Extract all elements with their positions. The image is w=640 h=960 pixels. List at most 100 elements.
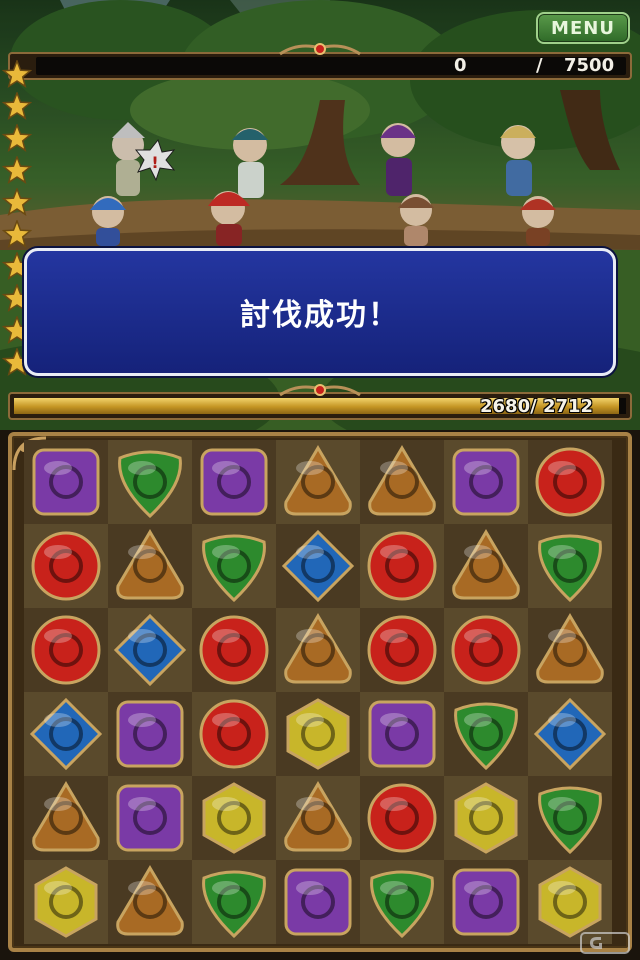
- board-cell: [444, 524, 528, 608]
- dark-gem-icon[interactable]: [280, 864, 356, 940]
- earth-gem-icon[interactable]: [112, 528, 188, 604]
- board-cell: [24, 608, 108, 692]
- board-cell: [108, 692, 192, 776]
- score-separator: /: [536, 55, 543, 76]
- board-cell: [108, 608, 192, 692]
- wind-gem-icon[interactable]: [448, 696, 524, 772]
- game-screen: ! MENU 0 / 7500 討伐成功！ 2680/ 2712: [0, 0, 640, 960]
- board-cell: [528, 692, 612, 776]
- light-gem-icon[interactable]: [196, 780, 272, 856]
- dark-gem-icon[interactable]: [448, 864, 524, 940]
- board-cell: [276, 608, 360, 692]
- board-cell: [24, 524, 108, 608]
- board-cell: [528, 776, 612, 860]
- dark-gem-icon[interactable]: [28, 444, 104, 520]
- board-cell: [276, 692, 360, 776]
- board-cell: [444, 608, 528, 692]
- star-icon: [2, 60, 32, 88]
- board-cell: [24, 860, 108, 944]
- wind-gem-icon[interactable]: [196, 528, 272, 604]
- star-icon: [2, 156, 32, 184]
- board-cell: [444, 440, 528, 524]
- board-cell: [276, 524, 360, 608]
- dark-gem-icon[interactable]: [112, 696, 188, 772]
- earth-gem-icon[interactable]: [448, 528, 524, 604]
- enemy-hp-max: 2712: [542, 396, 594, 417]
- board-cell: [108, 440, 192, 524]
- enemy-hp-current: 2680/: [480, 396, 537, 417]
- earth-gem-icon[interactable]: [28, 780, 104, 856]
- board-cell: [192, 860, 276, 944]
- water-gem-icon[interactable]: [112, 612, 188, 688]
- water-gem-icon[interactable]: [532, 696, 608, 772]
- hp-bar-ornament: [279, 384, 361, 397]
- score-target: 7500: [564, 55, 615, 76]
- dark-gem-icon[interactable]: [196, 444, 272, 520]
- fire-gem-icon[interactable]: [364, 612, 440, 688]
- fire-gem-icon[interactable]: [28, 528, 104, 604]
- earth-gem-icon[interactable]: [280, 612, 356, 688]
- wind-gem-icon[interactable]: [532, 528, 608, 604]
- board-cell: [276, 440, 360, 524]
- light-gem-icon[interactable]: [532, 864, 608, 940]
- star-icon: [2, 188, 32, 216]
- earth-gem-icon[interactable]: [532, 612, 608, 688]
- dark-gem-icon[interactable]: [448, 444, 524, 520]
- gamer-logo-icon: [580, 932, 630, 954]
- board-cell: [192, 692, 276, 776]
- star-icon: [2, 92, 32, 120]
- fire-gem-icon[interactable]: [196, 696, 272, 772]
- board-cell: [360, 692, 444, 776]
- star-icon: [2, 124, 32, 152]
- puzzle-board: [24, 440, 612, 948]
- board-cell: [528, 608, 612, 692]
- fire-gem-icon[interactable]: [364, 780, 440, 856]
- fire-gem-icon[interactable]: [532, 444, 608, 520]
- board-cell: [276, 776, 360, 860]
- board-cell: [360, 776, 444, 860]
- board-cell: [24, 776, 108, 860]
- board-cell: [444, 860, 528, 944]
- board-cell: [276, 860, 360, 944]
- board-cell: [24, 692, 108, 776]
- victory-message: 討伐成功！: [240, 298, 400, 333]
- fire-gem-icon[interactable]: [28, 612, 104, 688]
- board-cell: [360, 860, 444, 944]
- light-gem-icon[interactable]: [448, 780, 524, 856]
- dark-gem-icon[interactable]: [112, 780, 188, 856]
- star-icon: [2, 220, 32, 248]
- water-gem-icon[interactable]: [28, 696, 104, 772]
- dark-gem-icon[interactable]: [364, 696, 440, 772]
- water-gem-icon[interactable]: [280, 528, 356, 604]
- board-cell: [108, 860, 192, 944]
- enemy-hp-text: 2680/ 2712: [480, 392, 593, 420]
- victory-banner: 討伐成功！: [24, 248, 616, 376]
- earth-gem-icon[interactable]: [112, 864, 188, 940]
- board-cell: [360, 524, 444, 608]
- light-gem-icon[interactable]: [280, 696, 356, 772]
- menu-button[interactable]: MENU: [536, 12, 630, 44]
- earth-gem-icon[interactable]: [280, 780, 356, 856]
- board-cell: [24, 440, 108, 524]
- board-cell: [360, 608, 444, 692]
- fire-gem-icon[interactable]: [364, 528, 440, 604]
- wind-gem-icon[interactable]: [364, 864, 440, 940]
- light-gem-icon[interactable]: [28, 864, 104, 940]
- wind-gem-icon[interactable]: [196, 864, 272, 940]
- earth-gem-icon[interactable]: [364, 444, 440, 520]
- board-cell: [528, 440, 612, 524]
- board-cell: [360, 440, 444, 524]
- score-current: 0: [454, 55, 467, 76]
- earth-gem-icon[interactable]: [280, 444, 356, 520]
- board-cell: [108, 776, 192, 860]
- wind-gem-icon[interactable]: [532, 780, 608, 856]
- board-cell: [192, 524, 276, 608]
- board-cell: [528, 524, 612, 608]
- fire-gem-icon[interactable]: [448, 612, 524, 688]
- board-cell: [108, 524, 192, 608]
- board-cell: [192, 776, 276, 860]
- fire-gem-icon[interactable]: [196, 612, 272, 688]
- score-bar-ornament: [279, 43, 361, 56]
- wind-gem-icon[interactable]: [112, 444, 188, 520]
- board-cell: [444, 692, 528, 776]
